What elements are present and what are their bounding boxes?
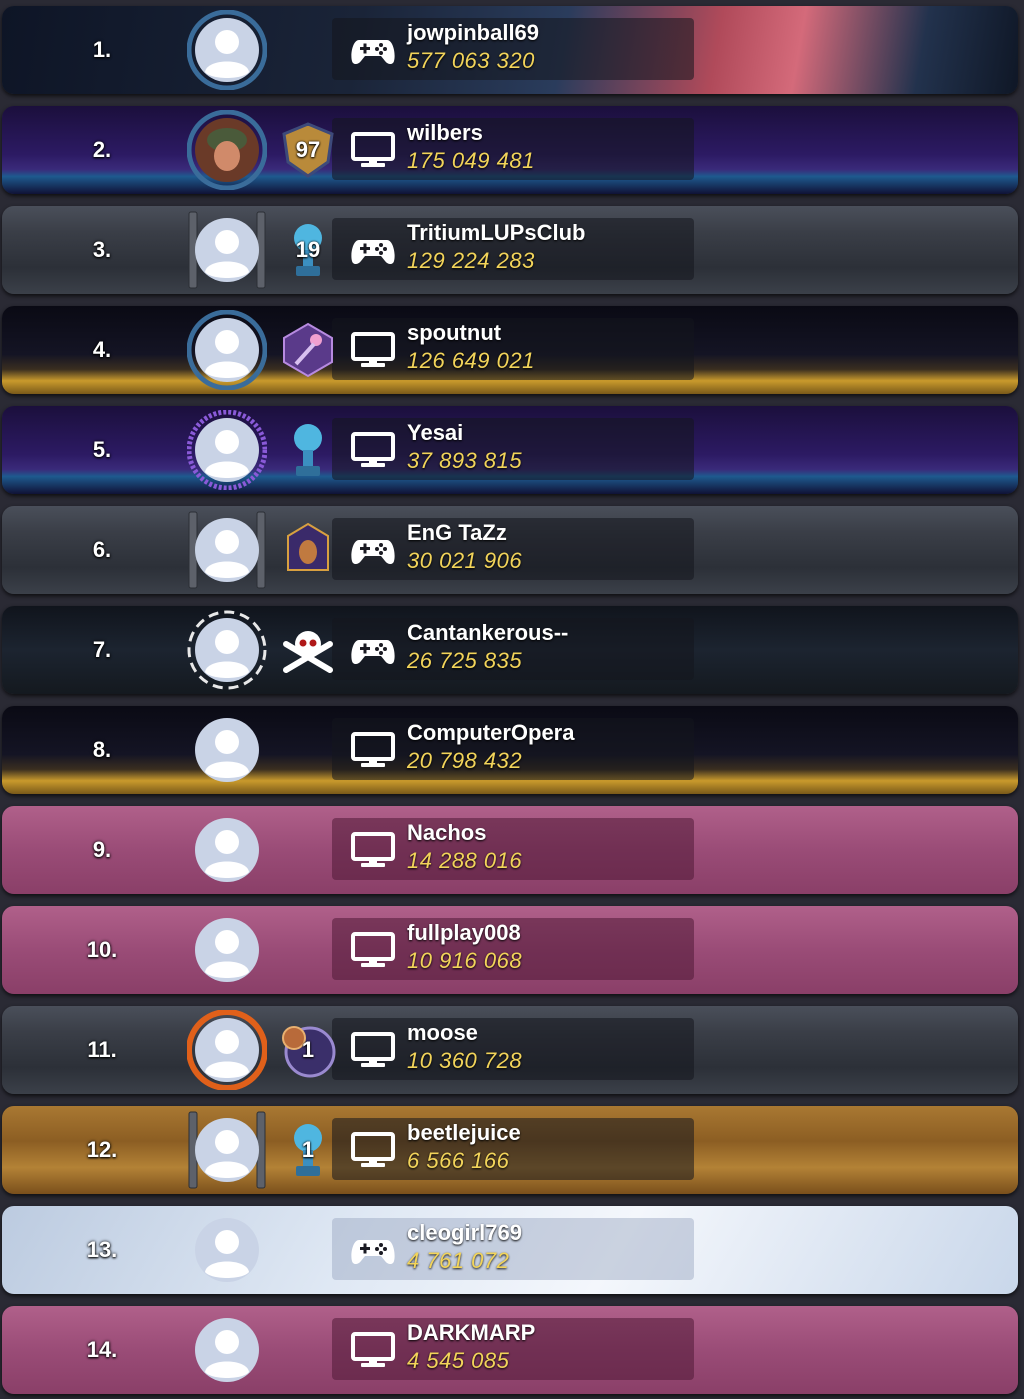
rank-number: 1. xyxy=(92,37,112,62)
monitor-icon xyxy=(350,432,396,468)
player-score: 126 649 021 xyxy=(407,348,535,373)
avatar[interactable] xyxy=(187,510,267,590)
monitor-icon xyxy=(350,332,396,368)
skull-crossbones-icon xyxy=(278,620,338,680)
player-score: 14 288 016 xyxy=(407,848,523,873)
rank-number: 5. xyxy=(92,437,112,462)
pharaoh-icon xyxy=(278,520,338,580)
gamepad-icon xyxy=(350,532,396,568)
leaderboard-row[interactable]: 3. 19 TritiumLUPsClub 129 224 283 xyxy=(2,206,1018,294)
avatar[interactable] xyxy=(187,210,267,290)
gamepad-icon xyxy=(350,32,396,68)
leaderboard-row[interactable]: 13. cleogirl769 4 761 072 xyxy=(2,1206,1018,1294)
badge-level-number: 1 xyxy=(301,1037,315,1062)
leaderboard-row[interactable]: 2. 97 wilbers 175 049 481 xyxy=(2,106,1018,194)
leaderboard-row[interactable]: 7. Cantankerous-- 26 725 835 xyxy=(2,606,1018,694)
avatar[interactable] xyxy=(187,1310,267,1390)
leaderboard-row[interactable]: 14. DARKMARP 4 545 085 xyxy=(2,1306,1018,1394)
player-score: 37 893 815 xyxy=(407,448,523,473)
leaderboard-row[interactable]: 11. 1 moose 10 360 728 xyxy=(2,1006,1018,1094)
gamepad-icon xyxy=(350,1232,396,1268)
avatar[interactable] xyxy=(186,409,268,491)
leaderboard-row[interactable]: 1. jowpinball69 577 063 320 xyxy=(2,6,1018,94)
rank-number: 11. xyxy=(87,1037,117,1062)
player-score: 20 798 432 xyxy=(407,748,523,773)
monitor-icon xyxy=(350,832,396,868)
badge-level-number: 19 xyxy=(295,237,321,262)
blue-trophy-icon xyxy=(278,420,338,480)
avatar[interactable] xyxy=(186,309,268,391)
level-shield-icon: 97 xyxy=(278,120,338,180)
player-score: 6 566 166 xyxy=(407,1148,510,1173)
player-score: 10 916 068 xyxy=(407,948,523,973)
player-name: moose xyxy=(407,1020,478,1045)
player-name: Cantankerous-- xyxy=(407,620,569,645)
player-name: spoutnut xyxy=(407,320,502,345)
avatar[interactable] xyxy=(187,1210,267,1290)
rank-number: 14. xyxy=(86,1337,118,1362)
rank-number: 3. xyxy=(92,237,112,262)
gamepad-icon xyxy=(350,632,396,668)
avatar[interactable] xyxy=(186,109,268,191)
blue-trophy-icon: 1 xyxy=(278,1120,338,1180)
player-name: ComputerOpera xyxy=(407,720,575,745)
avatar[interactable] xyxy=(187,710,267,790)
player-score: 577 063 320 xyxy=(407,48,535,73)
leaderboard-row[interactable]: 4. spoutnut 126 649 021 xyxy=(2,306,1018,394)
purple-key-icon xyxy=(278,320,338,380)
rank-number: 13. xyxy=(86,1237,118,1262)
rank-number: 9. xyxy=(92,837,112,862)
rank-number: 6. xyxy=(92,537,112,562)
avatar[interactable] xyxy=(187,610,267,690)
monitor-icon xyxy=(350,1332,396,1368)
player-score: 10 360 728 xyxy=(407,1048,523,1073)
monitor-icon xyxy=(350,1132,396,1168)
player-name: cleogirl769 xyxy=(407,1220,522,1245)
player-score: 4 545 085 xyxy=(407,1348,510,1373)
monitor-icon xyxy=(350,1032,396,1068)
gamepad-icon xyxy=(350,232,396,268)
player-name: wilbers xyxy=(407,120,483,145)
player-score: 175 049 481 xyxy=(407,148,535,173)
leaderboard-row[interactable]: 12. 1 beetlejuice 6 566 166 xyxy=(2,1106,1018,1194)
rank-number: 4. xyxy=(92,337,112,362)
player-score: 4 761 072 xyxy=(407,1248,510,1273)
badge-level-number: 1 xyxy=(301,1137,315,1162)
avatar[interactable] xyxy=(187,1110,267,1190)
rank-number: 10. xyxy=(86,937,118,962)
player-name: jowpinball69 xyxy=(407,20,540,45)
monitor-icon xyxy=(350,932,396,968)
monitor-icon xyxy=(350,132,396,168)
avatar[interactable] xyxy=(187,910,267,990)
player-score: 30 021 906 xyxy=(407,548,523,573)
badge-level-number: 97 xyxy=(295,137,321,162)
leaderboard-row[interactable]: 10. fullplay008 10 916 068 xyxy=(2,906,1018,994)
leaderboard-row[interactable]: 9. Nachos 14 288 016 xyxy=(2,806,1018,894)
rank-number: 2. xyxy=(92,137,112,162)
player-name: Nachos xyxy=(407,820,487,845)
player-score: 26 725 835 xyxy=(407,648,523,673)
rank-number: 7. xyxy=(92,637,112,662)
leaderboard-list: 1. jowpinball69 577 063 320 2. 97 wilbers 175 … xyxy=(0,0,1024,1399)
monitor-icon xyxy=(350,732,396,768)
leaderboard-row[interactable]: 5. Yesai 37 893 815 xyxy=(2,406,1018,494)
player-name: TritiumLUPsClub xyxy=(407,220,586,245)
player-name: Yesai xyxy=(407,420,464,445)
rank-number: 8. xyxy=(92,737,112,762)
player-name: fullplay008 xyxy=(407,920,521,945)
player-name: DARKMARP xyxy=(407,1320,536,1345)
avatar[interactable] xyxy=(187,810,267,890)
avatar[interactable] xyxy=(186,9,268,91)
player-name: EnG TaZz xyxy=(407,520,507,545)
blue-trophy-icon: 19 xyxy=(278,220,338,280)
player-name: beetlejuice xyxy=(407,1120,521,1145)
avatar[interactable] xyxy=(186,1009,268,1091)
player-score: 129 224 283 xyxy=(407,248,535,273)
rank-number: 12. xyxy=(86,1137,118,1162)
pinball-badge-icon: 1 xyxy=(278,1020,338,1080)
leaderboard-row[interactable]: 8. ComputerOpera 20 798 432 xyxy=(2,706,1018,794)
leaderboard-row[interactable]: 6. EnG TaZz 30 021 906 xyxy=(2,506,1018,594)
